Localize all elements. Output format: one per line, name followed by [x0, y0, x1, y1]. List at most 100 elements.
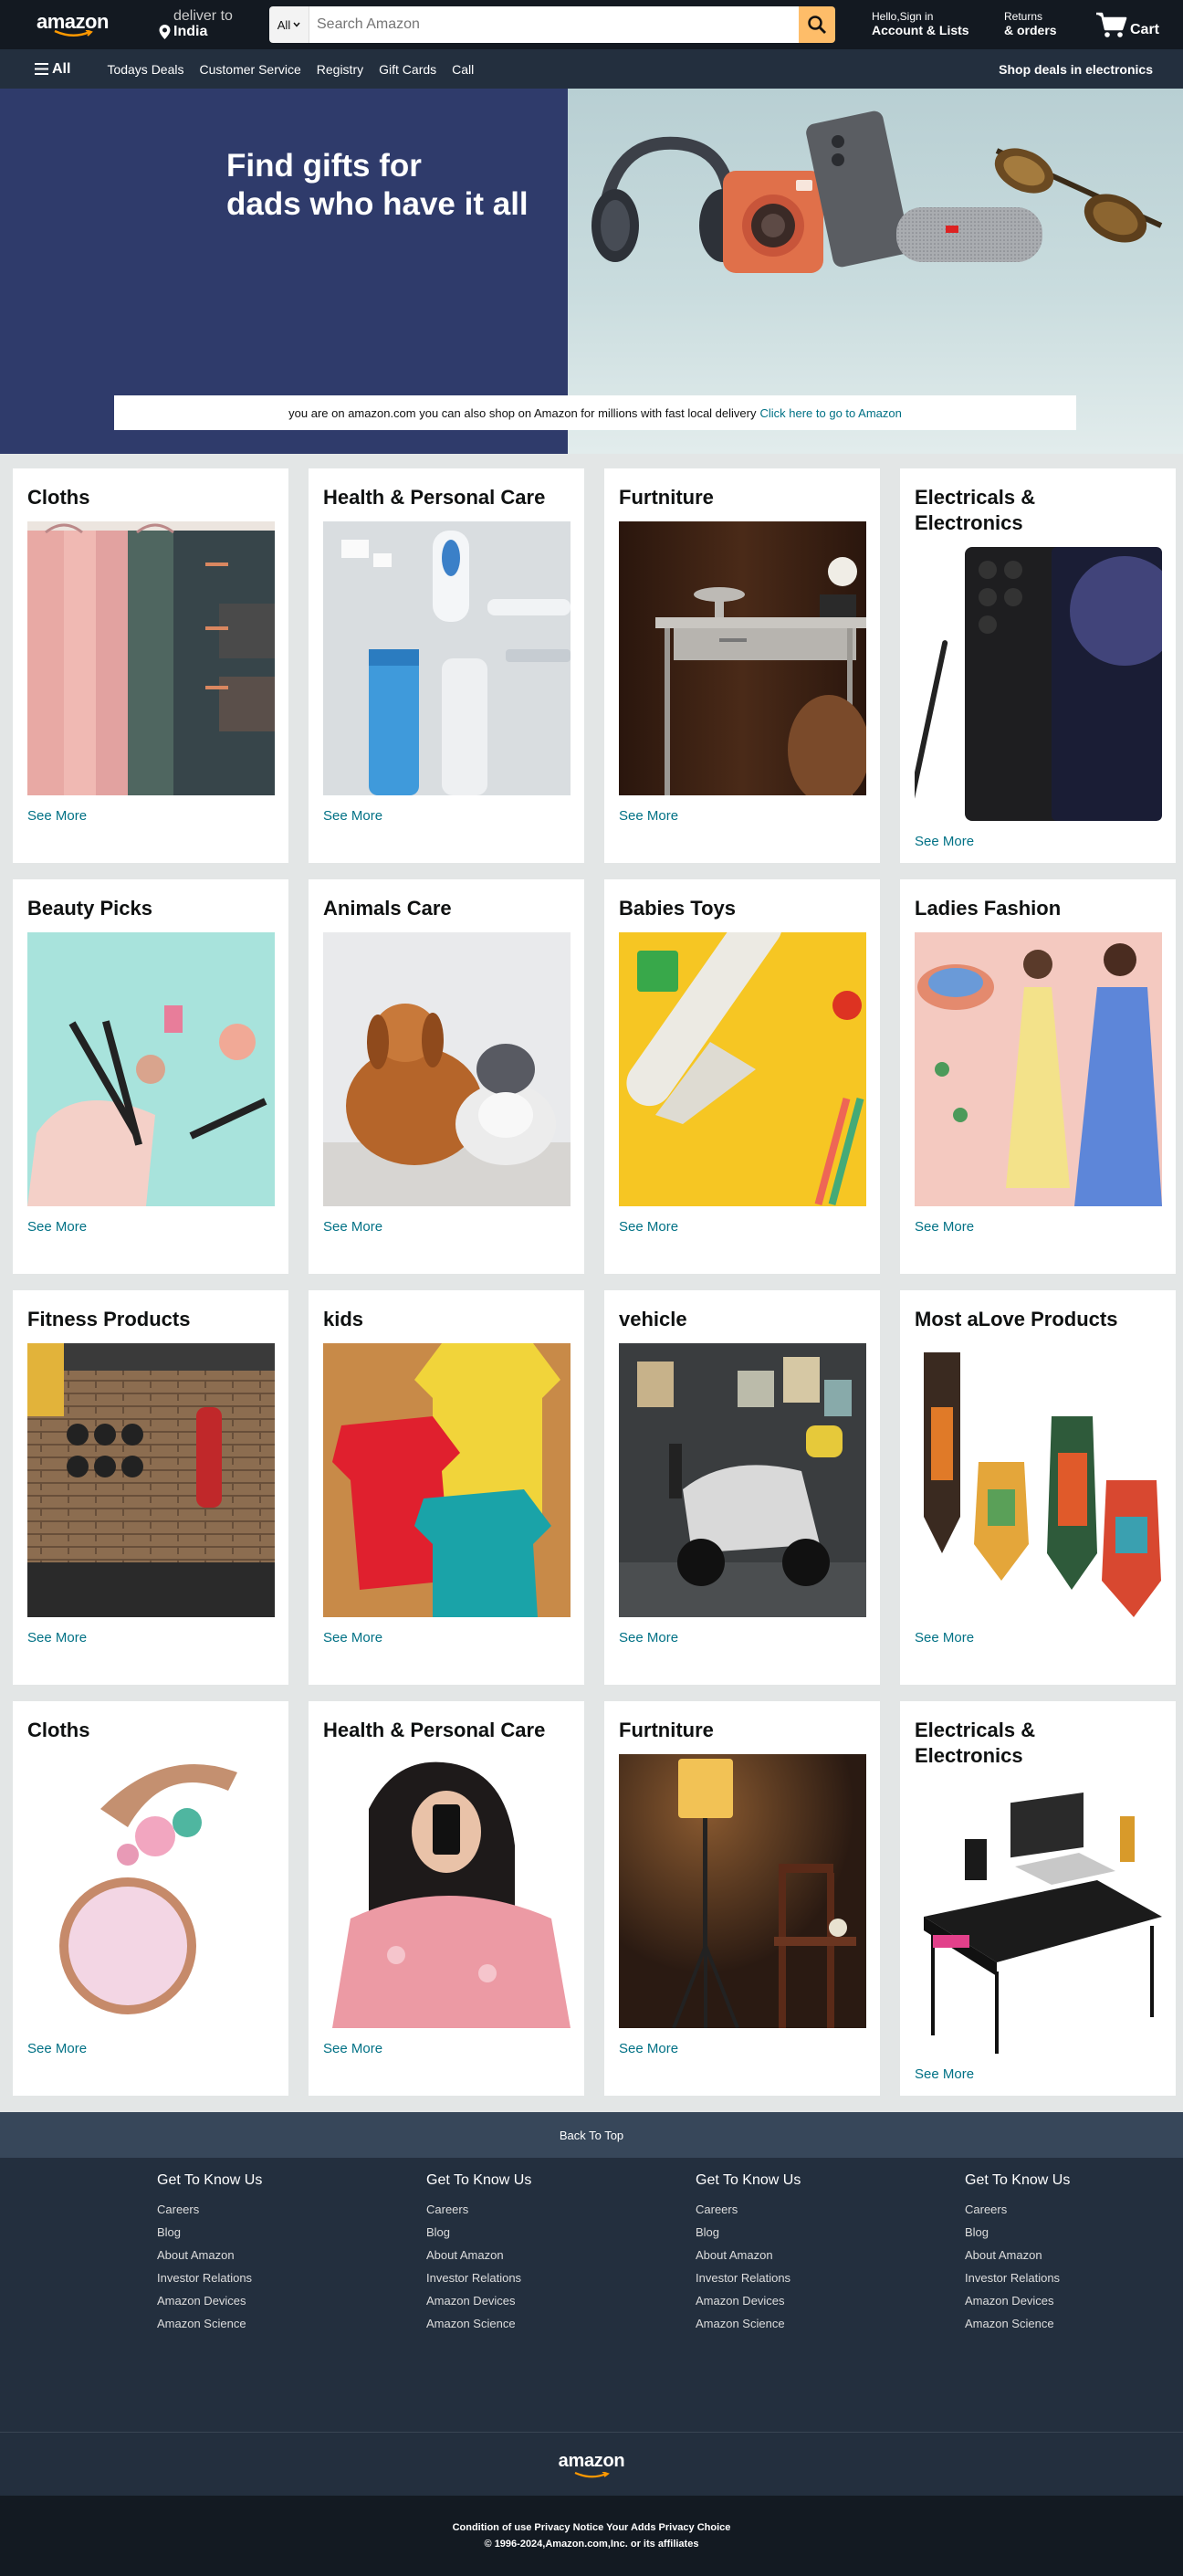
subnav-link[interactable]: Customer Service [200, 62, 301, 77]
card-image[interactable] [323, 521, 571, 795]
footer-link[interactable]: Blog [965, 2221, 1183, 2244]
see-more-link[interactable]: See More [27, 2041, 275, 2056]
see-more-link[interactable]: See More [915, 2066, 1162, 2082]
sub-nav: All Todays Deals Customer Service Registry… [0, 49, 1183, 89]
footer-column-heading: Get To Know Us [157, 2172, 263, 2188]
subnav-link[interactable]: Todays Deals [107, 62, 183, 77]
footer-link[interactable]: Blog [696, 2221, 965, 2244]
category-card[interactable]: Electricals & Electronics See More [900, 1701, 1176, 2096]
category-card[interactable]: Furtniture See More [604, 468, 880, 863]
card-image[interactable] [619, 521, 866, 795]
shop-deals-link[interactable]: Shop deals in electronics [999, 62, 1153, 77]
footer-logo[interactable]: amazon [0, 2432, 1183, 2496]
category-card[interactable]: Cloths See More [13, 468, 288, 863]
see-more-link[interactable]: See More [27, 808, 275, 824]
see-more-link[interactable]: See More [915, 1219, 1162, 1235]
card-image[interactable] [619, 1343, 866, 1617]
footer-link[interactable]: Amazon Science [157, 2312, 426, 2335]
footer-link[interactable]: About Amazon [696, 2244, 965, 2266]
card-image[interactable] [323, 932, 571, 1206]
card-image[interactable] [323, 1343, 571, 1617]
card-image[interactable] [619, 1754, 866, 2028]
footer-link[interactable]: Amazon Science [965, 2312, 1183, 2335]
footer-link[interactable]: Investor Relations [696, 2266, 965, 2289]
footer-link[interactable]: Careers [426, 2198, 696, 2221]
see-more-link[interactable]: See More [27, 1630, 275, 1645]
category-card[interactable]: Health & Personal Care See More [309, 468, 584, 863]
see-more-link[interactable]: See More [323, 808, 571, 824]
footer-link[interactable]: Careers [965, 2198, 1183, 2221]
footer-link[interactable]: Amazon Devices [157, 2289, 426, 2312]
category-card[interactable]: Electricals & Electronics See More [900, 468, 1176, 863]
footer-link[interactable]: Amazon Science [696, 2312, 965, 2335]
card-image[interactable] [619, 932, 866, 1206]
category-card[interactable]: Animals Care See More [309, 879, 584, 1274]
category-card[interactable]: Cloths See More [13, 1701, 288, 2096]
go-to-amazon-link[interactable]: Click here to go to Amazon [759, 406, 901, 420]
see-more-link[interactable]: See More [619, 808, 866, 824]
footer-link[interactable]: Investor Relations [965, 2266, 1183, 2289]
category-card[interactable]: Ladies Fashion See More [900, 879, 1176, 1274]
category-card[interactable]: Most aLove Products See More [900, 1290, 1176, 1685]
footer-link[interactable]: About Amazon [157, 2244, 426, 2266]
category-card[interactable]: vehicle See More [604, 1290, 880, 1685]
card-image[interactable] [27, 521, 275, 795]
footer-link[interactable]: About Amazon [965, 2244, 1183, 2266]
footer: Get To Know Us Careers Blog About Amazon Inv… [0, 2158, 1183, 2432]
see-more-link[interactable]: See More [619, 2041, 866, 2056]
subnav-link[interactable]: Call [452, 62, 474, 77]
card-image[interactable] [27, 1343, 275, 1617]
category-card[interactable]: Health & Personal Care See More [309, 1701, 584, 2096]
see-more-link[interactable]: See More [27, 1219, 275, 1235]
footer-link[interactable]: Amazon Devices [426, 2289, 696, 2312]
subnav-link[interactable]: Registry [317, 62, 363, 77]
footer-link[interactable]: Careers [696, 2198, 965, 2221]
card-image[interactable] [915, 1343, 1162, 1617]
footer-column-heading: Get To Know Us [426, 2172, 532, 2188]
category-card[interactable]: Babies Toys See More [604, 879, 880, 1274]
search-input[interactable] [309, 6, 799, 43]
card-title: kids [323, 1308, 364, 1330]
returns-orders[interactable]: Returns & orders [1004, 11, 1095, 38]
deliver-to[interactable]: deliver to India [159, 9, 259, 40]
card-title: Beauty Picks [27, 897, 152, 920]
account-lists[interactable]: Hello,Sign in Account & Lists [872, 11, 1004, 38]
category-card[interactable]: kids See More [309, 1290, 584, 1685]
search-icon [808, 16, 826, 34]
footer-legal-links[interactable]: Condition of use Privacy Notice Your Add… [453, 2519, 731, 2536]
card-image[interactable] [915, 547, 1162, 821]
card-image[interactable] [915, 932, 1162, 1206]
footer-link[interactable]: Blog [426, 2221, 696, 2244]
category-card[interactable]: Furtniture See More [604, 1701, 880, 2096]
footer-link[interactable]: Blog [157, 2221, 426, 2244]
footer-link[interactable]: Investor Relations [426, 2266, 696, 2289]
footer-link[interactable]: Amazon Devices [696, 2289, 965, 2312]
card-image[interactable] [27, 1754, 275, 2028]
category-card[interactable]: Fitness Products See More [13, 1290, 288, 1685]
see-more-link[interactable]: See More [323, 1630, 571, 1645]
footer-link[interactable]: About Amazon [426, 2244, 696, 2266]
cart-button[interactable]: Cart [1095, 11, 1159, 38]
card-image[interactable] [27, 932, 275, 1206]
see-more-link[interactable]: See More [323, 2041, 571, 2056]
see-more-link[interactable]: See More [619, 1219, 866, 1235]
see-more-link[interactable]: See More [619, 1630, 866, 1645]
card-image[interactable] [323, 1754, 571, 2028]
footer-link[interactable]: Careers [157, 2198, 426, 2221]
footer-link[interactable]: Amazon Science [426, 2312, 696, 2335]
see-more-link[interactable]: See More [323, 1219, 571, 1235]
search-category-select[interactable]: All [269, 6, 309, 43]
see-more-link[interactable]: See More [915, 1630, 1162, 1645]
logo-smile-icon [54, 30, 93, 37]
subnav-link[interactable]: Gift Cards [379, 62, 436, 77]
cart-icon [1096, 12, 1127, 37]
footer-link[interactable]: Amazon Devices [965, 2289, 1183, 2312]
card-image[interactable] [915, 1780, 1162, 2054]
see-more-link[interactable]: See More [915, 834, 1162, 849]
all-menu-button[interactable]: All [35, 61, 70, 78]
category-card[interactable]: Beauty Picks See More [13, 879, 288, 1274]
amazon-logo[interactable]: amazon [0, 12, 128, 37]
search-button[interactable] [799, 6, 835, 43]
back-to-top-button[interactable]: Back To Top [0, 2112, 1183, 2158]
footer-link[interactable]: Investor Relations [157, 2266, 426, 2289]
